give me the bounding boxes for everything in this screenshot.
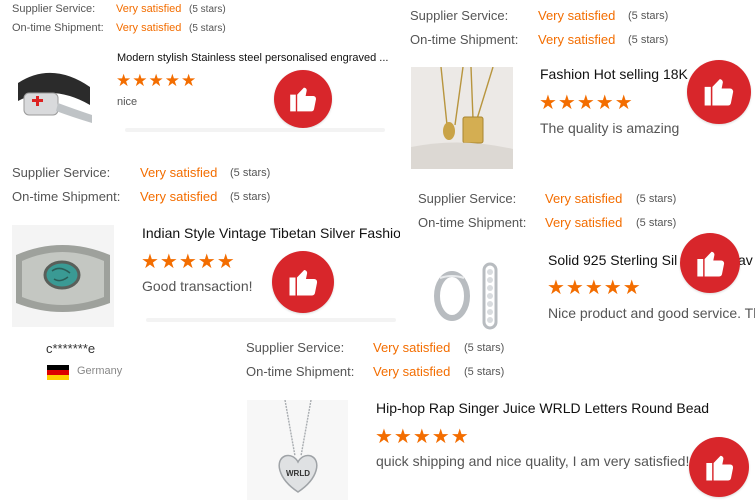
shipment-label: On-time Shipment: (410, 32, 519, 47)
shipment-label: On-time Shipment: (12, 22, 104, 34)
star-rating: ★★★★★ (539, 92, 634, 114)
thumbs-up-icon (705, 455, 733, 481)
shipment-stars: (5 stars) (230, 191, 271, 203)
thumbs-up-badge (272, 251, 334, 313)
supplier-service-value: Very satisfied (116, 3, 182, 15)
supplier-service-label: Supplier Service: (12, 165, 111, 180)
product-image[interactable] (418, 252, 519, 335)
earrings-image-icon (418, 252, 519, 335)
shipment-value: Very satisfied (140, 189, 218, 204)
germany-flag-icon (47, 365, 69, 380)
shipment-value: Very satisfied (545, 215, 623, 230)
supplier-service-label: Supplier Service: (12, 3, 96, 15)
reviewer-country: Germany (77, 365, 123, 377)
product-image[interactable] (12, 225, 114, 327)
product-title[interactable]: Modern stylish Stainless steel personali… (117, 52, 388, 64)
supplier-service-stars: (5 stars) (189, 4, 226, 15)
thumbs-up-icon (705, 79, 734, 106)
heart-pendant-image-icon: WRLD (247, 400, 348, 500)
supplier-service-label: Supplier Service: (410, 8, 509, 23)
review-card: Supplier Service: Very satisfied (5 star… (402, 0, 755, 175)
supplier-service-value: Very satisfied (545, 191, 623, 206)
star-rating: ★★★★★ (375, 426, 470, 448)
supplier-service-stars: (5 stars) (464, 342, 505, 354)
supplier-service-value: Very satisfied (373, 340, 451, 355)
pendant-text: WRLD (286, 469, 310, 478)
thumbs-up-badge (274, 70, 332, 128)
product-title[interactable]: Fashion Hot selling 18K (540, 66, 688, 82)
star-rating: ★★★★★ (141, 251, 236, 273)
shipment-value: Very satisfied (538, 32, 616, 47)
thumbs-up-badge (689, 437, 749, 497)
thumbs-up-badge (687, 60, 751, 124)
product-title[interactable]: Hip-hop Rap Singer Juice WRLD Letters Ro… (376, 400, 709, 416)
star-rating: ★★★★★ (547, 277, 642, 299)
review-text: quick shipping and nice quality, I am ve… (376, 453, 690, 469)
thumbs-up-badge (680, 233, 740, 293)
thumbs-up-icon (696, 251, 724, 277)
supplier-service-stars: (5 stars) (230, 167, 271, 179)
bracelet-image-icon (12, 53, 95, 136)
review-text: Nice product and good service. Th (548, 305, 755, 321)
product-title[interactable]: Indian Style Vintage Tibetan Silver Fash… (142, 225, 400, 241)
shipment-stars: (5 stars) (464, 366, 505, 378)
divider (125, 128, 385, 132)
cuff-image-icon (12, 225, 114, 327)
shipment-stars: (5 stars) (628, 34, 669, 46)
product-title[interactable]: Solid 925 Sterling Sil (548, 252, 677, 268)
divider (146, 318, 396, 322)
shipment-label: On-time Shipment: (12, 189, 121, 204)
review-card: Supplier Service: Very satisfied (5 star… (236, 335, 755, 500)
supplier-service-stars: (5 stars) (628, 10, 669, 22)
review-card: Supplier Service: Very satisfied (5 star… (408, 185, 755, 335)
supplier-service-value: Very satisfied (538, 8, 616, 23)
thumbs-up-icon (289, 270, 318, 296)
supplier-service-value: Very satisfied (140, 165, 218, 180)
product-image[interactable]: WRLD (247, 400, 348, 500)
supplier-service-label: Supplier Service: (246, 340, 345, 355)
review-card: Supplier Service: Very satisfied (5 star… (0, 160, 400, 330)
review-text: Good transaction! (142, 278, 253, 294)
supplier-service-stars: (5 stars) (636, 193, 677, 205)
shipment-value: Very satisfied (116, 22, 182, 34)
shipment-stars: (5 stars) (636, 217, 677, 229)
review-card: Supplier Service: Very satisfied (5 star… (0, 0, 410, 140)
review-text: The quality is amazing (540, 120, 680, 136)
thumbs-up-icon (290, 87, 317, 112)
review-text: nice (117, 96, 138, 108)
product-image[interactable] (12, 53, 95, 136)
shipment-label: On-time Shipment: (418, 215, 527, 230)
product-title-tail[interactable]: av (738, 252, 753, 268)
supplier-service-label: Supplier Service: (418, 191, 517, 206)
necklace-image-icon (411, 67, 513, 169)
product-image[interactable] (411, 67, 513, 169)
star-rating: ★★★★★ (116, 71, 198, 90)
shipment-stars: (5 stars) (189, 23, 226, 34)
shipment-value: Very satisfied (373, 364, 451, 379)
shipment-label: On-time Shipment: (246, 364, 355, 379)
reviewer-name: c*******e (46, 341, 96, 356)
